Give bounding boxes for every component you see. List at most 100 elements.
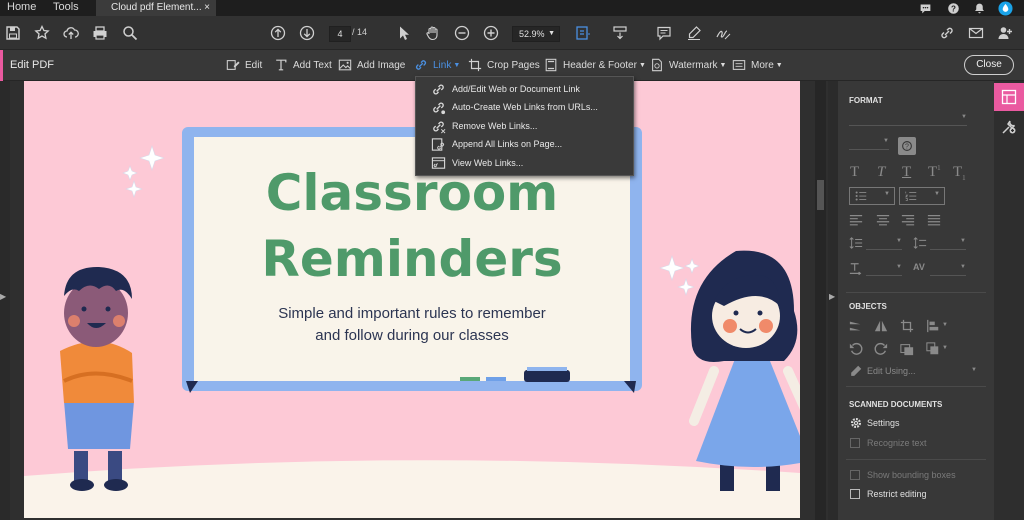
edit-tool-button[interactable]: Edit bbox=[226, 56, 262, 74]
help-icon[interactable]: ? bbox=[945, 0, 961, 16]
comment-icon[interactable] bbox=[655, 24, 673, 42]
text-subscript-icon[interactable]: T1 bbox=[953, 164, 966, 182]
numbered-list-select[interactable]: ▼ bbox=[899, 187, 945, 205]
scroll-mode-icon[interactable] bbox=[611, 24, 629, 42]
page-down-icon[interactable] bbox=[298, 24, 316, 42]
header-footer-button[interactable]: Header & Footer ▼ bbox=[544, 56, 646, 74]
rotate-right-icon[interactable] bbox=[874, 342, 888, 359]
more-button[interactable]: More ▼ bbox=[732, 56, 783, 74]
settings-link[interactable]: Settings bbox=[867, 418, 900, 428]
replace-image-icon[interactable] bbox=[900, 342, 914, 359]
bullet-list-select[interactable]: ▼ bbox=[849, 187, 895, 205]
link-button[interactable]: Link ▼ bbox=[414, 56, 460, 74]
close-button[interactable]: Close bbox=[964, 55, 1014, 75]
tab-document[interactable]: Cloud pdf Element... × bbox=[96, 0, 216, 16]
share-link-icon[interactable] bbox=[938, 24, 956, 42]
panel-divider bbox=[846, 459, 986, 460]
select-cursor-icon[interactable] bbox=[395, 24, 413, 42]
collapse-right-panel-icon[interactable]: ▶ bbox=[829, 292, 835, 301]
slide-title-line-2[interactable]: Reminders bbox=[194, 229, 630, 289]
line-spacing-select[interactable]: ▼ bbox=[866, 238, 902, 250]
menu-item-append-links[interactable]: Append All Links on Page... bbox=[416, 135, 633, 153]
crop-object-icon[interactable] bbox=[900, 319, 914, 336]
highlight-pen-icon[interactable] bbox=[685, 24, 703, 42]
align-left-icon[interactable] bbox=[849, 213, 863, 230]
horizontal-scale-icon[interactable] bbox=[849, 262, 863, 279]
add-text-button[interactable]: Add Text bbox=[274, 56, 332, 74]
character-spacing-icon[interactable]: AV bbox=[913, 262, 925, 272]
text-superscript-icon[interactable]: T1 bbox=[928, 164, 941, 181]
account-avatar-icon[interactable] bbox=[997, 0, 1013, 16]
arrange-objects-icon[interactable]: ▼ bbox=[926, 342, 948, 359]
vertical-scrollbar[interactable] bbox=[815, 81, 826, 520]
align-center-icon[interactable] bbox=[876, 213, 890, 230]
svg-text:?: ? bbox=[951, 4, 956, 13]
flip-horizontal-icon[interactable] bbox=[874, 319, 888, 336]
upload-cloud-icon[interactable] bbox=[62, 24, 80, 42]
add-user-icon[interactable] bbox=[996, 24, 1014, 42]
scanned-documents-header: SCANNED DOCUMENTS bbox=[849, 400, 943, 409]
show-bounding-boxes-checkbox[interactable] bbox=[850, 470, 860, 480]
text-italic-icon[interactable]: T bbox=[877, 164, 885, 181]
zoom-in-icon[interactable] bbox=[482, 24, 500, 42]
menu-item-remove-links[interactable]: Remove Web Links... bbox=[416, 117, 633, 135]
horizontal-scale-select[interactable]: ▼ bbox=[866, 264, 902, 276]
zoom-level-select[interactable]: 52.9% ▼ bbox=[512, 26, 560, 42]
crop-pages-button[interactable]: Crop Pages bbox=[468, 56, 540, 74]
page-number-input[interactable]: 4 bbox=[329, 26, 351, 42]
font-color-swatch[interactable]: ? bbox=[898, 137, 916, 155]
tools-wrench-icon[interactable] bbox=[1001, 119, 1017, 140]
bookmark-star-icon[interactable] bbox=[33, 24, 51, 42]
settings-gear-icon[interactable] bbox=[849, 416, 863, 433]
restrict-editing-checkbox[interactable] bbox=[850, 489, 860, 499]
tab-tools[interactable]: Tools bbox=[53, 0, 79, 16]
edit-using-select[interactable]: Edit Using... bbox=[867, 366, 916, 376]
slide-subtitle-line-2[interactable]: and follow during our classes bbox=[194, 325, 630, 347]
save-icon[interactable] bbox=[4, 24, 22, 42]
rotate-left-icon[interactable] bbox=[849, 342, 863, 359]
chevron-down-icon: ▼ bbox=[960, 264, 966, 270]
flip-vertical-icon[interactable] bbox=[849, 319, 863, 336]
character-spacing-select[interactable]: ▼ bbox=[930, 264, 966, 276]
fit-page-icon[interactable] bbox=[574, 24, 592, 42]
chevron-down-icon: ▼ bbox=[896, 264, 902, 270]
menu-item-label: Remove Web Links... bbox=[452, 121, 538, 131]
add-image-button[interactable]: Add Image bbox=[338, 56, 405, 74]
paragraph-spacing-icon[interactable] bbox=[913, 236, 927, 253]
font-family-select[interactable]: ▼ bbox=[849, 114, 967, 126]
sign-icon[interactable] bbox=[714, 24, 732, 42]
page-up-icon[interactable] bbox=[269, 24, 287, 42]
pdf-page[interactable]: Classroom Reminders Simple and important… bbox=[24, 81, 800, 518]
close-tab-icon[interactable]: × bbox=[204, 0, 210, 15]
slide-subtitle-line-1[interactable]: Simple and important rules to remember bbox=[194, 303, 630, 325]
zoom-out-icon[interactable] bbox=[453, 24, 471, 42]
search-icon[interactable] bbox=[121, 24, 139, 42]
bell-icon[interactable] bbox=[971, 0, 987, 16]
font-size-select[interactable]: ▼ bbox=[849, 138, 889, 150]
mail-icon[interactable] bbox=[967, 24, 985, 42]
text-underline-icon[interactable]: T bbox=[902, 164, 911, 181]
watermark-button[interactable]: Watermark ▼ bbox=[650, 56, 726, 74]
link-remove-icon bbox=[433, 121, 446, 133]
menu-item-auto-create-links[interactable]: Auto-Create Web Links from URLs... bbox=[416, 98, 633, 116]
menu-item-add-edit-link[interactable]: Add/Edit Web or Document Link bbox=[416, 80, 633, 98]
chat-icon[interactable] bbox=[917, 0, 933, 16]
align-objects-icon[interactable]: ▼ bbox=[926, 319, 948, 336]
edit-text-icon bbox=[226, 60, 240, 70]
align-justify-icon[interactable] bbox=[927, 213, 941, 230]
tab-document-label: Cloud pdf Element... bbox=[111, 2, 202, 13]
text-bold-icon[interactable]: T bbox=[850, 164, 859, 181]
format-panel-button[interactable] bbox=[994, 83, 1024, 111]
menu-item-view-links[interactable]: View Web Links... bbox=[416, 154, 633, 172]
print-icon[interactable] bbox=[91, 24, 109, 42]
show-bounding-boxes-label: Show bounding boxes bbox=[867, 470, 956, 480]
tab-home[interactable]: Home bbox=[7, 0, 36, 16]
format-section-header: FORMAT bbox=[849, 96, 883, 105]
align-right-icon[interactable] bbox=[901, 213, 915, 230]
hand-tool-icon[interactable] bbox=[424, 24, 442, 42]
recognize-text-checkbox[interactable] bbox=[850, 438, 860, 448]
line-spacing-icon[interactable] bbox=[849, 236, 863, 253]
expand-left-panel-icon[interactable]: ▶ bbox=[0, 292, 6, 301]
paragraph-spacing-select[interactable]: ▼ bbox=[930, 238, 966, 250]
scrollbar-thumb[interactable] bbox=[817, 180, 824, 210]
